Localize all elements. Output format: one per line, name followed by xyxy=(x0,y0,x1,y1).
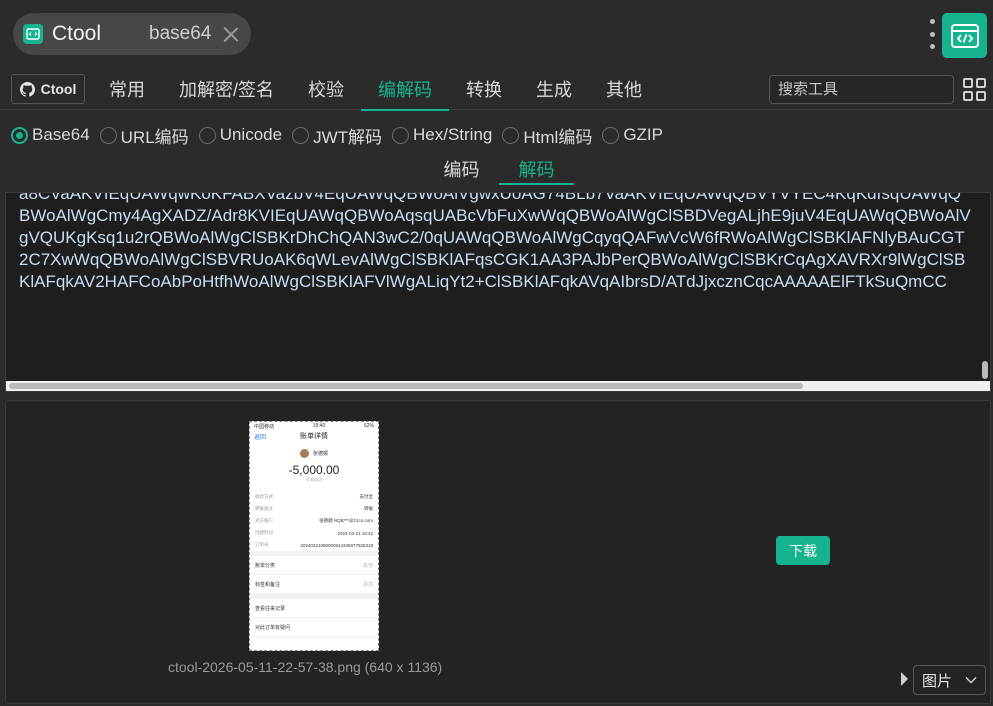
close-icon[interactable] xyxy=(223,26,239,42)
app-crumb[interactable]: Ctool xyxy=(13,13,132,55)
code-window-button[interactable] xyxy=(942,13,987,58)
radio-jwt[interactable]: JWT解码 xyxy=(292,123,382,148)
code-window-icon xyxy=(950,23,979,48)
app-name: Ctool xyxy=(52,22,102,45)
tool-name: base64 xyxy=(149,23,212,44)
file-caption: ctool-2026-05-11-22-57-38.png (640 x 113… xyxy=(168,659,443,675)
search-input[interactable] xyxy=(778,81,977,98)
search-box xyxy=(769,75,977,104)
tab-crypto[interactable]: 加解密/签名 xyxy=(162,68,291,110)
preview-panel: 中国移动 19:40 62% 返回 账单详情 张德顺 -5,000.00 交易成… xyxy=(5,400,991,704)
breadcrumb: Ctool base64 xyxy=(13,13,252,55)
github-button[interactable]: Ctool xyxy=(11,74,85,104)
nav-tabs: 常用 加解密/签名 校验 编解码 转换 生成 其他 xyxy=(92,68,659,111)
radio-hex-string[interactable]: Hex/String xyxy=(392,125,492,145)
radio-html[interactable]: Html编码 xyxy=(502,123,592,148)
vertical-scrollbar[interactable] xyxy=(982,361,988,379)
tab-other[interactable]: 其他 xyxy=(589,68,659,110)
base64-text: a8CVaAKVIEqUAWqwKoKFABXVazbV4EqUAWqQBWoA… xyxy=(19,192,971,291)
category-nav: Ctool 常用 加解密/签名 校验 编解码 转换 生成 其他 xyxy=(0,68,993,111)
horizontal-scrollbar[interactable] xyxy=(9,383,803,389)
title-bar: Ctool base64 xyxy=(0,0,993,68)
mode-tabs: 编码 解码 xyxy=(424,153,574,185)
radio-base64[interactable]: Base64 xyxy=(11,125,90,145)
ctool-logo-icon xyxy=(23,24,43,44)
output-type-select[interactable]: 图片 xyxy=(913,665,986,695)
caret-right-icon[interactable] xyxy=(901,672,908,686)
more-vertical-icon[interactable] xyxy=(929,19,935,49)
tool-crumb[interactable]: base64 xyxy=(110,13,252,55)
tab-decode[interactable]: 解码 xyxy=(499,153,574,185)
radio-url[interactable]: URL编码 xyxy=(99,123,189,148)
radio-gzip[interactable]: GZIP xyxy=(602,125,663,145)
tab-common[interactable]: 常用 xyxy=(92,68,162,110)
tab-encoding[interactable]: 编解码 xyxy=(361,68,450,111)
output-type-label: 图片 xyxy=(922,672,953,690)
github-icon xyxy=(19,81,35,97)
image-preview: 中国移动 19:40 62% 返回 账单详情 张德顺 -5,000.00 交易成… xyxy=(249,421,379,651)
tab-check[interactable]: 校验 xyxy=(291,68,361,110)
radio-unicode[interactable]: Unicode xyxy=(198,125,282,145)
avatar xyxy=(299,449,309,458)
download-button[interactable]: 下载 xyxy=(776,536,830,565)
tab-convert[interactable]: 转换 xyxy=(449,68,519,110)
encoding-type-radios: Base64 URL编码 Unicode JWT解码 Hex/String Ht… xyxy=(11,123,673,147)
tab-encode[interactable]: 编码 xyxy=(424,153,499,185)
chevron-down-icon xyxy=(965,676,977,684)
tab-generate[interactable]: 生成 xyxy=(519,68,589,110)
github-label: Ctool xyxy=(40,81,77,97)
base64-input[interactable]: a8CVaAKVIEqUAWqwKoKFABXVazbV4EqUAWqQBWoA… xyxy=(5,192,991,392)
grid-icon[interactable] xyxy=(963,78,986,101)
